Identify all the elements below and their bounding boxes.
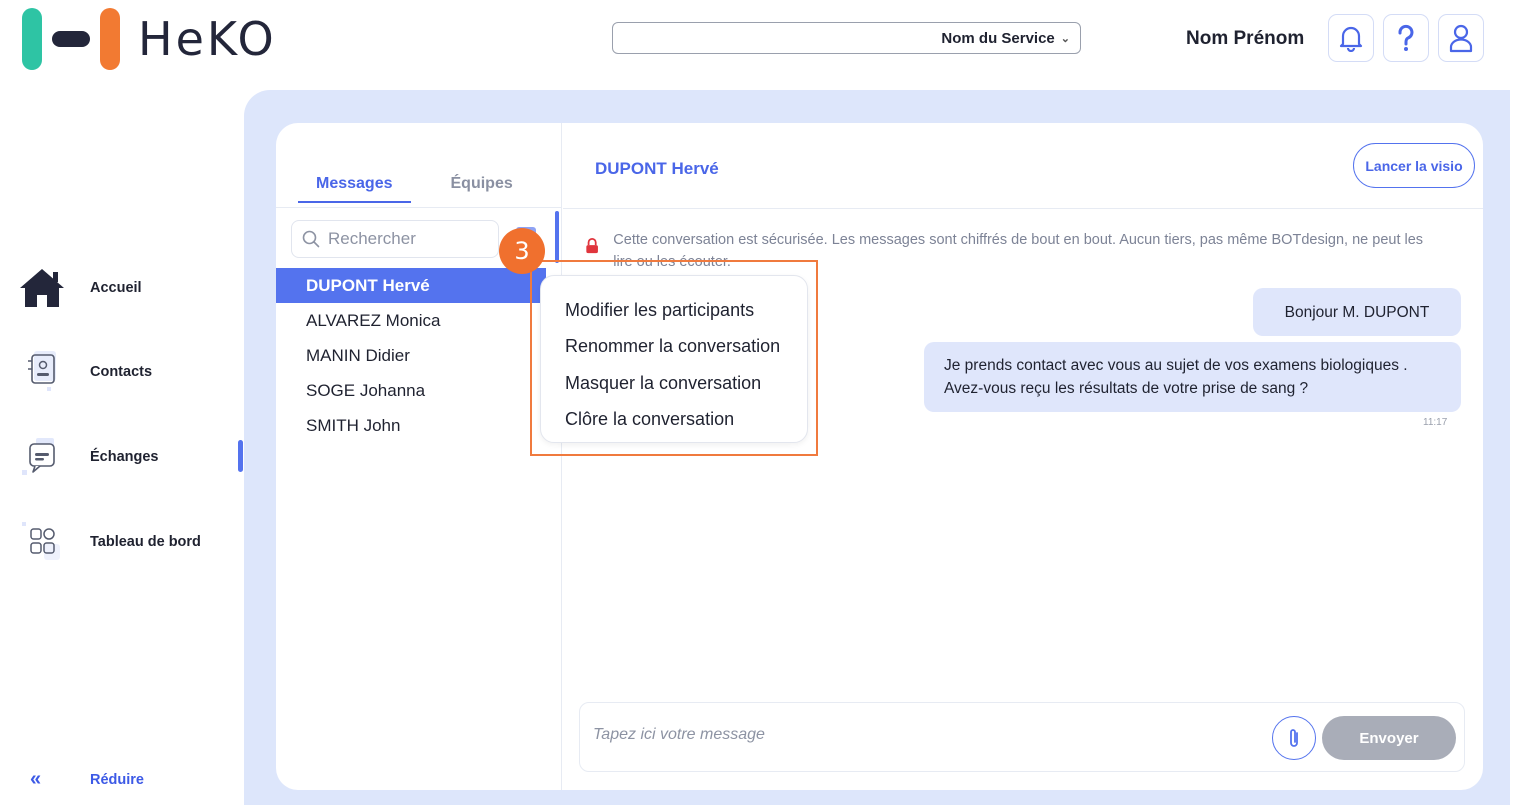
sidebar-item-tableau-de-bord[interactable]: Tableau de bord xyxy=(14,516,201,568)
service-select-value: Nom du Service xyxy=(941,29,1055,47)
logo-bar-green xyxy=(22,8,42,70)
tabs-divider xyxy=(276,207,562,208)
lock-icon xyxy=(586,237,598,254)
profile-button[interactable] xyxy=(1438,14,1484,62)
message-input[interactable] xyxy=(593,726,1233,744)
logo-bar-orange xyxy=(100,8,120,70)
list-item[interactable]: MANIN Didier xyxy=(276,338,546,373)
chat-header-divider xyxy=(563,208,1483,209)
conversation-tabs: Messages Équipes xyxy=(298,175,531,203)
menu-item-edit-participants[interactable]: Modifier les participants xyxy=(541,292,807,329)
menu-item-close-conversation[interactable]: Clôre la conversation xyxy=(541,402,807,439)
message-bubble: Bonjour M. DUPONT xyxy=(1253,288,1461,336)
bell-icon xyxy=(1339,26,1363,52)
conversation-context-menu: Modifier les participants Renommer la co… xyxy=(540,275,808,443)
sidebar-item-accueil[interactable]: Accueil xyxy=(14,262,142,314)
scrollbar[interactable] xyxy=(555,211,559,263)
security-notice: Cette conversation est sécurisée. Les me… xyxy=(585,229,1445,273)
sidebar-item-label: Échanges xyxy=(90,449,159,465)
sidebar: Accueil Contacts Échanges Tableau de bor… xyxy=(0,80,244,805)
active-nav-indicator xyxy=(238,440,243,472)
sidebar-item-label: Accueil xyxy=(90,280,142,296)
list-item[interactable]: DUPONT Hervé xyxy=(276,268,546,303)
sidebar-item-contacts[interactable]: Contacts xyxy=(14,346,152,398)
step-badge: 3 xyxy=(499,228,545,274)
help-button[interactable] xyxy=(1383,14,1429,62)
paperclip-icon xyxy=(1290,729,1298,747)
chat-panel: DUPONT Hervé Lancer la visio Cette conve… xyxy=(563,123,1483,790)
service-select[interactable]: Nom du Service ⌄ xyxy=(612,22,1081,54)
menu-item-hide-conversation[interactable]: Masquer la conversation xyxy=(541,365,807,402)
sidebar-item-label: Contacts xyxy=(90,364,153,380)
tab-messages[interactable]: Messages xyxy=(298,175,411,203)
chevron-down-icon: ⌄ xyxy=(1060,32,1070,45)
contacts-icon xyxy=(14,346,70,398)
home-icon xyxy=(14,262,70,314)
sidebar-item-label: Tableau de bord xyxy=(90,534,201,550)
message-text: Bonjour M. DUPONT xyxy=(1284,303,1430,321)
sidebar-item-echanges[interactable]: Échanges xyxy=(14,431,159,483)
chat-icon xyxy=(14,431,70,483)
message-timestamp: 11:17 xyxy=(1423,417,1448,428)
help-icon xyxy=(1398,24,1414,51)
user-icon xyxy=(1449,24,1473,53)
search-input[interactable] xyxy=(328,229,488,249)
message-bubble: Je prends contact avec vous au sujet de … xyxy=(924,342,1461,412)
list-item[interactable]: ALVAREZ Monica xyxy=(276,303,546,338)
tab-equipes[interactable]: Équipes xyxy=(433,175,531,203)
messaging-card: Messages Équipes DUPONT Hervé ALVAREZ Mo… xyxy=(276,123,1483,790)
search-box xyxy=(291,220,499,258)
notifications-button[interactable] xyxy=(1328,14,1374,62)
collapse-sidebar-button[interactable]: « Réduire xyxy=(30,768,144,791)
top-bar: HeKO Nom du Service ⌄ Nom Prénom xyxy=(0,0,1517,80)
message-text: Je prends contact avec vous au sujet de … xyxy=(944,357,1408,397)
start-video-button[interactable]: Lancer la visio xyxy=(1353,143,1475,188)
list-item[interactable]: SMITH John xyxy=(276,408,546,443)
menu-item-rename-conversation[interactable]: Renommer la conversation xyxy=(541,329,807,366)
attach-button[interactable] xyxy=(1272,716,1316,760)
logo-pill xyxy=(52,31,90,47)
user-name: Nom Prénom xyxy=(1186,28,1305,49)
list-item[interactable]: SOGE Johanna xyxy=(276,373,546,408)
brand-name: HeKO xyxy=(138,12,277,66)
double-chevron-left-icon: « xyxy=(30,768,42,790)
collapse-label: Réduire xyxy=(90,771,144,788)
dashboard-icon xyxy=(14,516,70,568)
security-notice-text: Cette conversation est sécurisée. Les me… xyxy=(613,232,1424,270)
send-button[interactable]: Envoyer xyxy=(1322,716,1456,760)
conversation-list-panel: Messages Équipes DUPONT Hervé ALVAREZ Mo… xyxy=(276,123,562,790)
contact-list: DUPONT Hervé ALVAREZ Monica MANIN Didier… xyxy=(276,268,546,443)
heko-logo[interactable]: HeKO xyxy=(22,8,277,70)
composer: Envoyer xyxy=(579,702,1465,772)
search-icon xyxy=(302,230,320,248)
conversation-title: DUPONT Hervé xyxy=(595,159,719,178)
